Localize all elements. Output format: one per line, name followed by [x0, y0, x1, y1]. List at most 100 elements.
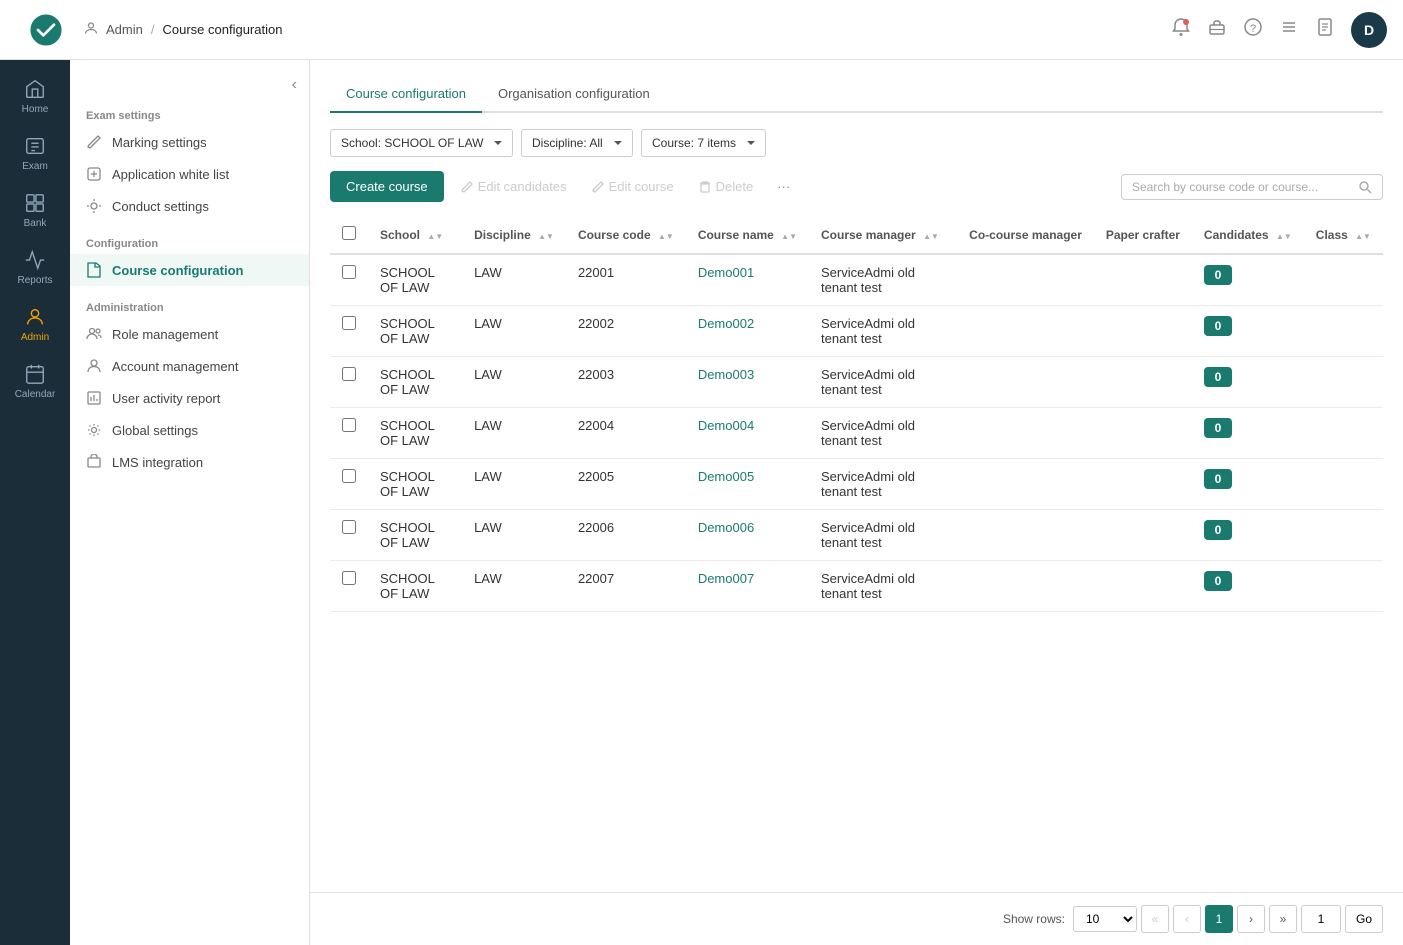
more-button[interactable]: ···: [769, 173, 798, 200]
tab-course-configuration[interactable]: Course configuration: [330, 76, 482, 113]
row-checkbox-4[interactable]: [342, 469, 356, 483]
cell-candidates-6: 0: [1192, 561, 1304, 612]
breadcrumb-admin-label[interactable]: Admin: [106, 22, 143, 37]
cell-course-name-0[interactable]: Demo001: [686, 254, 809, 306]
tabs: Course configuration Organisation config…: [330, 76, 1383, 113]
go-button[interactable]: Go: [1345, 905, 1383, 933]
sidebar-item-course-configuration[interactable]: Course configuration: [70, 254, 309, 286]
sidebar-item-global-settings[interactable]: Global settings: [70, 414, 309, 446]
cell-discipline-6: LAW: [462, 561, 566, 612]
edit-course-button[interactable]: Edit course: [583, 173, 682, 200]
col-course-manager: Course manager ▲▼: [809, 216, 957, 254]
sidebar-item-lms-integration[interactable]: LMS integration: [70, 446, 309, 478]
row-checkbox-3[interactable]: [342, 418, 356, 432]
nav-item-reports[interactable]: Reports: [0, 239, 70, 296]
col-discipline: Discipline ▲▼: [462, 216, 566, 254]
table-wrapper: School ▲▼ Discipline ▲▼ Course code ▲▼ C…: [330, 216, 1383, 612]
sidebar-item-account-management[interactable]: Account management: [70, 350, 309, 382]
cell-paper-crafter-5: [1094, 510, 1192, 561]
sidebar-section-title-administration: Administration: [70, 294, 309, 318]
select-all-checkbox[interactable]: [342, 226, 356, 240]
sidebar-item-marking-settings[interactable]: Marking settings: [70, 126, 309, 158]
cell-co-course-manager-6: [957, 561, 1094, 612]
nav-item-bank[interactable]: Bank: [0, 182, 70, 239]
help-icon[interactable]: ?: [1243, 17, 1263, 42]
sidebar-label-application-white-list: Application white list: [112, 167, 229, 182]
cell-course-name-2[interactable]: Demo003: [686, 357, 809, 408]
cell-discipline-3: LAW: [462, 408, 566, 459]
cell-co-course-manager-0: [957, 254, 1094, 306]
cell-course-name-5[interactable]: Demo006: [686, 510, 809, 561]
cell-paper-crafter-4: [1094, 459, 1192, 510]
sidebar-label-global-settings: Global settings: [112, 423, 198, 438]
cell-co-course-manager-2: [957, 357, 1094, 408]
nav-reports-label: Reports: [17, 275, 52, 286]
page-first-btn[interactable]: «: [1141, 905, 1169, 933]
nav-exam-label: Exam: [22, 161, 48, 172]
create-course-button[interactable]: Create course: [330, 171, 444, 202]
cell-course-code-5: 22006: [566, 510, 686, 561]
cell-school-1: SCHOOL OF LAW: [368, 306, 462, 357]
nav-admin-label: Admin: [21, 332, 49, 343]
cell-class-5: [1304, 510, 1383, 561]
sidebar-label-lms-integration: LMS integration: [112, 455, 203, 470]
filter-school[interactable]: School: SCHOOL OF LAW: [330, 129, 513, 157]
cell-candidates-4: 0: [1192, 459, 1304, 510]
sidebar-section-administration: Administration Role management Account m…: [70, 294, 309, 478]
col-class: Class ▲▼: [1304, 216, 1383, 254]
page-next-btn[interactable]: ›: [1237, 905, 1265, 933]
list-icon[interactable]: [1279, 17, 1299, 42]
table-row: SCHOOL OF LAW LAW 22006 Demo006 ServiceA…: [330, 510, 1383, 561]
cell-course-name-4[interactable]: Demo005: [686, 459, 809, 510]
cell-candidates-0: 0: [1192, 254, 1304, 306]
toolbar: Create course Edit candidates Edit cours…: [330, 171, 1383, 202]
delete-button[interactable]: Delete: [690, 173, 762, 200]
filter-discipline[interactable]: Discipline: All: [521, 129, 633, 157]
nav-item-exam[interactable]: Exam: [0, 125, 70, 182]
nav-item-home[interactable]: Home: [0, 68, 70, 125]
cell-school-5: SCHOOL OF LAW: [368, 510, 462, 561]
nav-bank-label: Bank: [24, 218, 47, 229]
breadcrumb: Admin / Course configuration: [84, 21, 282, 38]
page-prev-btn[interactable]: ‹: [1173, 905, 1201, 933]
doc-icon[interactable]: [1315, 17, 1335, 42]
bell-icon[interactable]: [1171, 17, 1191, 42]
delete-label: Delete: [716, 179, 754, 194]
cell-course-manager-6: ServiceAdmi old tenant test: [809, 561, 957, 612]
sidebar-label-role-management: Role management: [112, 327, 218, 342]
filters: School: SCHOOL OF LAW Discipline: All Co…: [330, 129, 1383, 157]
filter-course[interactable]: Course: 7 items: [641, 129, 766, 157]
briefcase-icon[interactable]: [1207, 17, 1227, 42]
avatar[interactable]: D: [1351, 12, 1387, 48]
row-checkbox-0[interactable]: [342, 265, 356, 279]
row-checkbox-5[interactable]: [342, 520, 356, 534]
sidebar-label-course-configuration: Course configuration: [112, 263, 243, 278]
cell-course-name-6[interactable]: Demo007: [686, 561, 809, 612]
row-checkbox-1[interactable]: [342, 316, 356, 330]
edit-candidates-button[interactable]: Edit candidates: [452, 173, 575, 200]
page-1-btn[interactable]: 1: [1205, 905, 1233, 933]
col-school: School ▲▼: [368, 216, 462, 254]
cell-course-manager-1: ServiceAdmi old tenant test: [809, 306, 957, 357]
search-input[interactable]: [1132, 180, 1352, 194]
table-row: SCHOOL OF LAW LAW 22005 Demo005 ServiceA…: [330, 459, 1383, 510]
nav-item-admin[interactable]: Admin: [0, 296, 70, 353]
cell-school-0: SCHOOL OF LAW: [368, 254, 462, 306]
row-checkbox-2[interactable]: [342, 367, 356, 381]
tab-organisation-configuration[interactable]: Organisation configuration: [482, 76, 666, 113]
sidebar-item-user-activity-report[interactable]: User activity report: [70, 382, 309, 414]
rows-per-page-select[interactable]: 10 25 50: [1073, 906, 1137, 932]
cell-course-name-1[interactable]: Demo002: [686, 306, 809, 357]
cell-discipline-5: LAW: [462, 510, 566, 561]
nav-item-calendar[interactable]: Calendar: [0, 353, 70, 410]
sidebar-item-conduct-settings[interactable]: Conduct settings: [70, 190, 309, 222]
edit-course-label: Edit course: [609, 179, 674, 194]
sidebar-item-application-white-list[interactable]: Application white list: [70, 158, 309, 190]
page-input[interactable]: [1301, 905, 1341, 933]
sidebar-item-role-management[interactable]: Role management: [70, 318, 309, 350]
sidebar-toggle-btn[interactable]: ‹: [292, 76, 297, 94]
cell-course-name-3[interactable]: Demo004: [686, 408, 809, 459]
cell-course-manager-5: ServiceAdmi old tenant test: [809, 510, 957, 561]
row-checkbox-6[interactable]: [342, 571, 356, 585]
page-last-btn[interactable]: »: [1269, 905, 1297, 933]
